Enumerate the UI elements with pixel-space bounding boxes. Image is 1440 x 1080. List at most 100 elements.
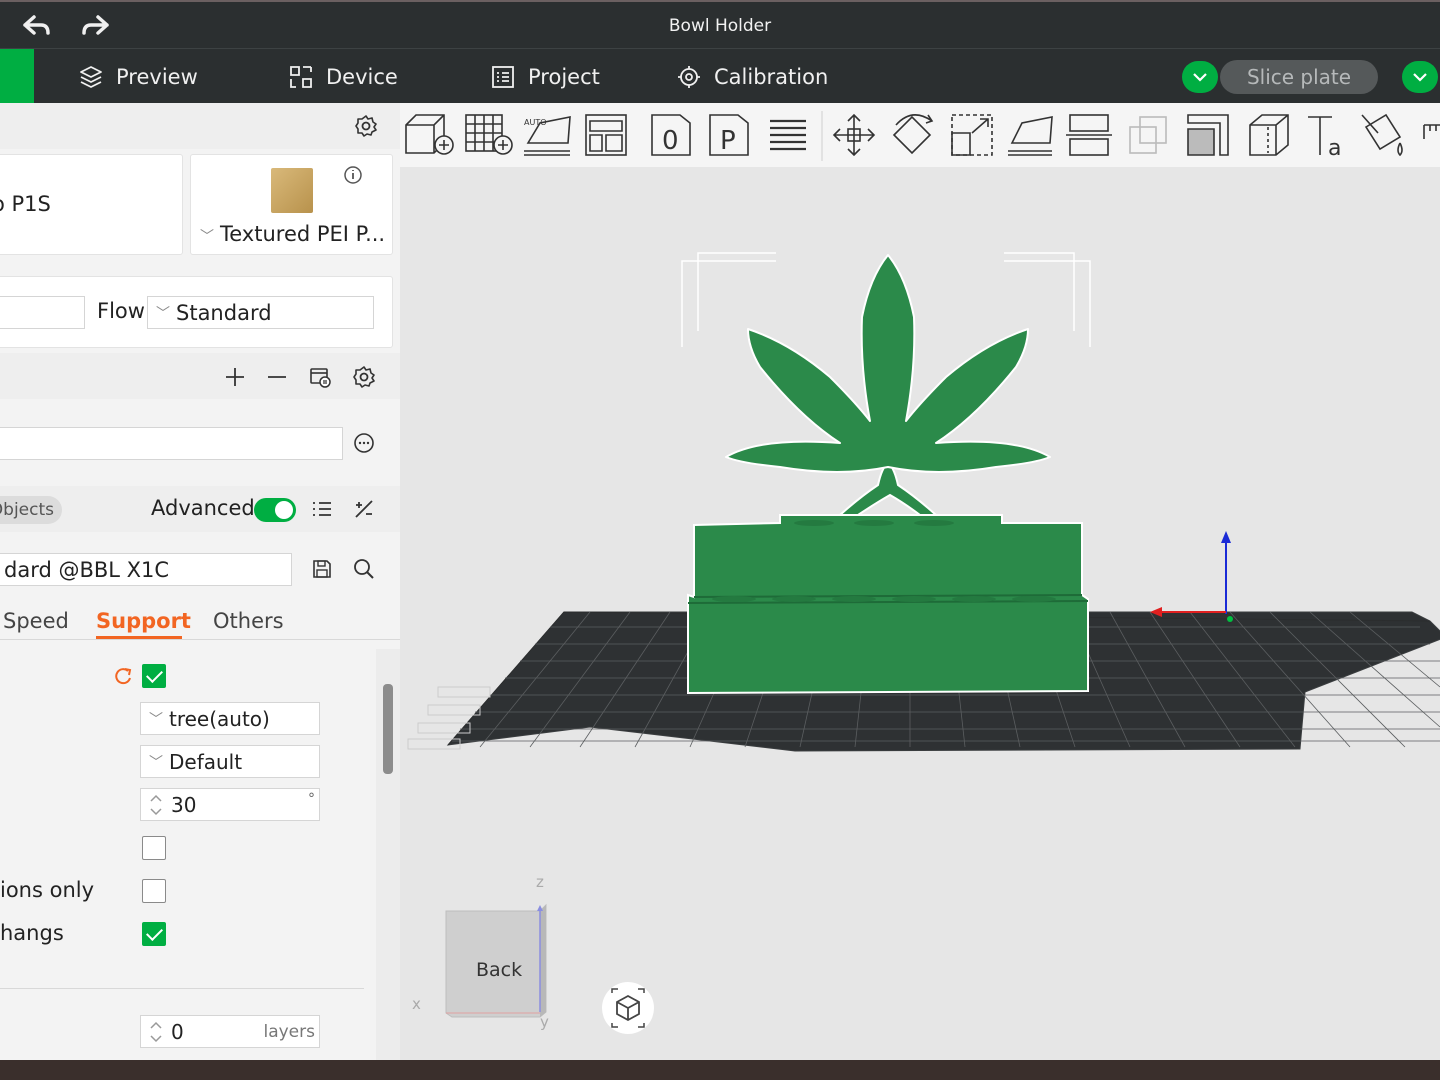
threshold-angle-input[interactable]: 30 ° — [140, 788, 320, 821]
spinner-arrows-icon — [150, 794, 162, 815]
reset-icon[interactable] — [110, 662, 138, 690]
support-style-select[interactable]: ﹀ Default — [140, 745, 320, 778]
tab-others[interactable]: Others — [213, 609, 284, 633]
axis-x-label: x — [412, 995, 421, 1013]
color-painting-icon[interactable] — [1361, 113, 1403, 157]
main-nav: Preview Device Project Calibration Slice… — [0, 48, 1440, 104]
axis-z-label: z — [536, 873, 544, 891]
object-search-input[interactable] — [0, 427, 343, 460]
printer-name: o P1S — [0, 192, 51, 216]
model-bowl-holder[interactable] — [687, 254, 1089, 695]
add-plate-icon[interactable] — [465, 114, 513, 155]
tab-calibration[interactable]: Calibration — [676, 49, 828, 104]
support-type-select[interactable]: ﹀ tree(auto) — [140, 702, 320, 735]
printer-section-header — [0, 103, 400, 149]
support-type-value: tree(auto) — [169, 706, 270, 731]
info-icon[interactable] — [339, 161, 367, 189]
auto-orient-icon[interactable]: AUTO — [524, 116, 571, 156]
objects-settings-icon[interactable] — [350, 363, 378, 391]
raft-layers-unit: layers — [263, 1022, 315, 1042]
tab-preview-label: Preview — [116, 64, 198, 89]
chevron-down-icon: ﹀ — [149, 711, 163, 728]
support-option-4-checkbox[interactable] — [142, 836, 166, 860]
tab-support[interactable]: Support — [96, 609, 191, 633]
flow-value: Standard — [176, 300, 272, 325]
remove-icon[interactable] — [263, 363, 291, 391]
printer-settings-icon[interactable] — [352, 112, 380, 140]
raft-layers-value: 0 — [171, 1019, 184, 1044]
axis-gizmo — [1150, 531, 1233, 622]
compare-icon[interactable] — [350, 495, 378, 523]
tab-project[interactable]: Project — [490, 49, 600, 104]
print-dropdown-toggle[interactable] — [1402, 61, 1438, 93]
filament-field[interactable] — [0, 296, 85, 329]
boolean-icon[interactable] — [1129, 116, 1167, 154]
flow-select[interactable]: ﹀ Standard — [147, 296, 374, 329]
chevron-down-icon — [1413, 73, 1427, 82]
save-preset-icon[interactable] — [308, 555, 336, 583]
svg-text:P: P — [720, 126, 736, 156]
chevron-down-icon: ﹀ — [200, 229, 214, 245]
cut-icon[interactable] — [1066, 114, 1112, 156]
enable-support-checkbox[interactable] — [142, 664, 166, 688]
process-preset-value: dard @BBL X1C — [4, 557, 170, 582]
raft-layers-input[interactable]: 0 layers — [140, 1015, 320, 1048]
threshold-angle-value: 30 — [171, 792, 197, 817]
tab-device[interactable]: Device — [288, 49, 398, 104]
tab-speed[interactable]: Speed — [3, 609, 69, 633]
objects-pill[interactable]: Objects — [0, 496, 62, 524]
chevron-down-icon: ﹀ — [156, 305, 170, 322]
support-style-value: Default — [169, 749, 243, 774]
tab-calibration-label: Calibration — [714, 64, 829, 89]
plater-toolbar: AUTO 0 P a — [400, 103, 1440, 167]
device-icon — [290, 65, 312, 88]
prepare-tab[interactable] — [0, 49, 34, 104]
search-icon[interactable] — [350, 555, 378, 583]
process-preset-select[interactable]: dard @BBL X1C — [0, 553, 292, 586]
sync-presets-icon[interactable] — [306, 363, 334, 391]
layers-icon — [80, 65, 102, 88]
objects-section-header — [0, 353, 400, 399]
slice-plate-button[interactable]: Slice plate — [1220, 60, 1378, 94]
3d-viewport[interactable]: Back z x y — [400, 167, 1440, 1060]
svg-text:0: 0 — [662, 126, 679, 156]
support-option-6-checkbox[interactable] — [142, 922, 166, 946]
layer-editing-icon[interactable] — [770, 119, 806, 151]
plate-pick-icon[interactable]: P — [709, 114, 749, 156]
arrange-icon[interactable] — [585, 114, 627, 156]
support-option-5-label: ions only — [0, 878, 95, 902]
flow-label: Flow — [97, 299, 145, 323]
desktop-background — [0, 1060, 1440, 1080]
seam-painting-icon[interactable] — [1249, 114, 1289, 156]
slice-dropdown-toggle[interactable] — [1182, 61, 1218, 93]
plate-type-value: Textured PEI P... — [220, 222, 386, 246]
more-options-icon[interactable] — [350, 429, 378, 457]
move-icon[interactable] — [832, 113, 876, 157]
svg-text:a: a — [1328, 136, 1341, 161]
calibration-icon — [678, 65, 700, 88]
support-group-divider — [0, 988, 364, 989]
tabs-divider — [0, 639, 400, 640]
reset-view-button[interactable] — [602, 982, 654, 1034]
lay-on-face-icon[interactable] — [1008, 116, 1053, 156]
title-bar: Bowl Holder — [0, 0, 1440, 48]
plate-object-icon[interactable]: 0 — [651, 114, 691, 156]
toolbar-icons: AUTO 0 P a — [405, 111, 1440, 161]
view-cube-face-label: Back — [476, 959, 523, 981]
add-object-icon[interactable] — [405, 114, 454, 155]
add-icon[interactable] — [221, 363, 249, 391]
support-option-6-label: hangs — [0, 921, 64, 945]
settings-scrollbar-thumb[interactable] — [383, 684, 393, 774]
tab-preview[interactable]: Preview — [78, 49, 198, 104]
plate-type-select[interactable]: ﹀ Textured PEI P... — [200, 222, 385, 246]
list-view-icon[interactable] — [308, 495, 336, 523]
advanced-toggle[interactable] — [254, 498, 296, 522]
plate-thumbnail — [271, 168, 313, 213]
tab-project-label: Project — [528, 64, 600, 89]
text-tool-icon[interactable]: a — [1308, 116, 1341, 161]
support-option-5-checkbox[interactable] — [142, 879, 166, 903]
axis-y-label: y — [540, 1013, 549, 1031]
rotate-icon[interactable] — [892, 114, 934, 155]
support-painting-icon[interactable] — [1187, 114, 1229, 156]
measure-icon[interactable] — [1423, 124, 1440, 139]
